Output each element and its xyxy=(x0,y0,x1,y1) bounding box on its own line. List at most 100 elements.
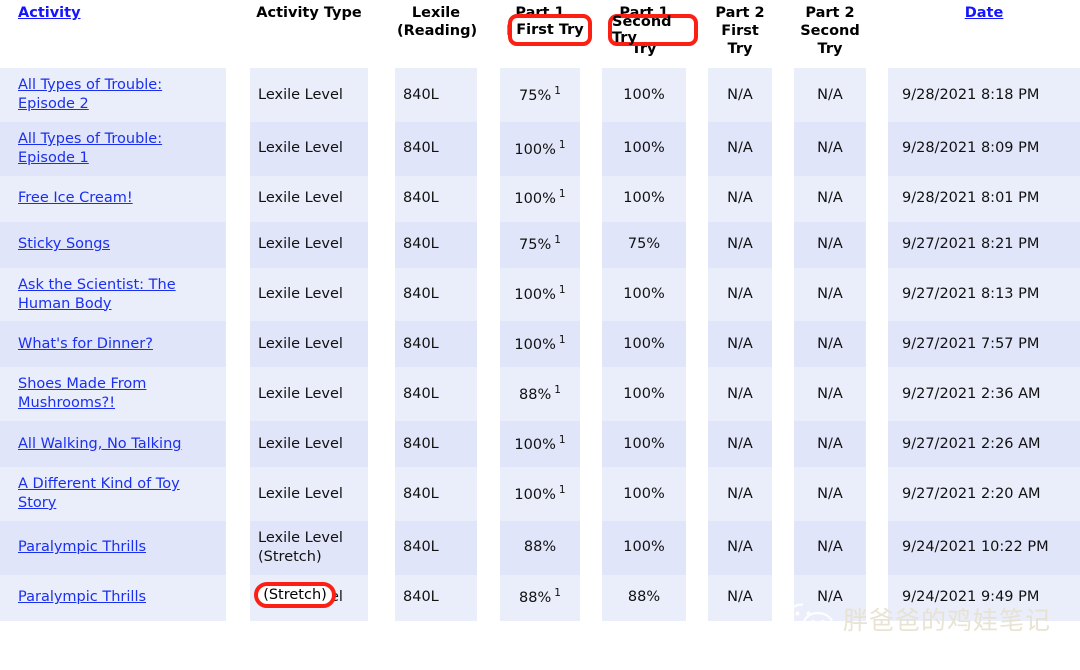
row-gap-3 xyxy=(477,421,500,468)
date-value: 9/28/2021 8:01 PM xyxy=(902,190,1040,207)
cell-part1-first-try: 75% 1 xyxy=(500,68,580,123)
row-gap-5 xyxy=(686,321,708,368)
header-gap-3 xyxy=(477,0,500,69)
cell-lexile: 840L xyxy=(395,175,477,222)
activity-link[interactable]: Shoes Made From Mushrooms?! xyxy=(18,376,146,411)
part2-first-try-value: N/A xyxy=(727,539,753,556)
row-left-edge xyxy=(0,221,8,268)
lexile-value: 840L xyxy=(403,435,439,452)
cell-date: 9/27/2021 8:13 PM xyxy=(888,267,1080,322)
row-gap-5 xyxy=(686,68,708,123)
activity-link[interactable]: Ask the Scientist: The Human Body xyxy=(18,277,176,312)
cell-lexile: 840L xyxy=(395,367,477,422)
activity-link[interactable]: All Walking, No Talking xyxy=(18,436,181,452)
cell-part1-second-try: 100% xyxy=(602,122,686,176)
table-body: All Types of Trouble: Episode 2 Lexile Le… xyxy=(0,68,1080,621)
activity-link[interactable]: All Types of Trouble: Episode 2 xyxy=(18,77,162,112)
part1-second-try-value: 100% xyxy=(623,86,665,103)
row-gap-2 xyxy=(368,221,395,268)
activity-type-label: Lexile Level xyxy=(258,190,343,207)
row-left-edge xyxy=(0,421,8,468)
cell-activity[interactable]: All Types of Trouble: Episode 2 xyxy=(8,68,226,123)
lexile-value: 840L xyxy=(403,336,439,353)
table-row: What's for Dinner? Lexile Level 840L 100% 1 1… xyxy=(0,321,1080,368)
cell-part2-first-try: N/A xyxy=(708,367,772,422)
activity-link[interactable]: Sticky Songs xyxy=(18,236,110,252)
activity-type-label: Lexile Level xyxy=(258,86,343,103)
column-header-part1-first-try: Part 1 First Try xyxy=(500,0,580,69)
activity-link[interactable]: A Different Kind of Toy Story xyxy=(18,476,180,511)
date-sort-link[interactable]: Date xyxy=(965,5,1004,21)
cell-date: 9/27/2021 2:20 AM xyxy=(888,467,1080,521)
part2-second-try-value: N/A xyxy=(817,140,843,157)
cell-lexile: 840L xyxy=(395,68,477,123)
part1-second-try-value: 88% xyxy=(627,589,661,606)
cell-lexile: 840L xyxy=(395,421,477,468)
row-gap-2 xyxy=(368,421,395,468)
cell-part1-first-try: 75% 1 xyxy=(500,221,580,268)
cell-part2-first-try: N/A xyxy=(708,520,772,575)
row-gap-4 xyxy=(580,367,602,422)
cell-part2-second-try: N/A xyxy=(794,68,866,123)
row-gap-2 xyxy=(368,467,395,521)
row-gap-2 xyxy=(368,321,395,368)
activity-report: Activity Activity Type Lexile (Reading) … xyxy=(0,0,1080,670)
row-gap-2 xyxy=(368,520,395,575)
cell-part1-second-try: 100% xyxy=(602,321,686,368)
cell-activity[interactable]: Ask the Scientist: The Human Body xyxy=(8,267,226,322)
row-gap-5 xyxy=(686,467,708,521)
activity-link[interactable]: All Types of Trouble: Episode 1 xyxy=(18,131,162,166)
row-left-edge xyxy=(0,367,8,422)
cell-activity[interactable]: Paralympic Thrills xyxy=(8,574,226,621)
cell-activity[interactable]: All Types of Trouble: Episode 1 xyxy=(8,122,226,176)
part1-second-try-value: 100% xyxy=(623,485,665,502)
activity-type-label: Lexile Level xyxy=(258,286,343,303)
cell-activity[interactable]: All Walking, No Talking xyxy=(8,421,226,468)
cell-activity[interactable]: A Different Kind of Toy Story xyxy=(8,467,226,521)
activity-link[interactable]: Paralympic Thrills xyxy=(18,539,146,555)
row-gap-7 xyxy=(866,520,888,575)
header-gap-4 xyxy=(580,0,602,69)
cell-lexile: 840L xyxy=(395,520,477,575)
column-header-part2-first-try: Part 2 First Try xyxy=(708,0,772,69)
cell-part2-first-try: N/A xyxy=(708,221,772,268)
part2-first-try-value: N/A xyxy=(727,385,753,402)
activity-link[interactable]: Free Ice Cream! xyxy=(18,190,133,206)
cell-activity[interactable]: What's for Dinner? xyxy=(8,321,226,368)
cell-part2-second-try: N/A xyxy=(794,267,866,322)
cell-activity-type: Lexile Level xyxy=(250,574,368,621)
column-header-activity[interactable]: Activity xyxy=(8,0,226,69)
cell-activity[interactable]: Sticky Songs xyxy=(8,221,226,268)
row-gap-4 xyxy=(580,467,602,521)
cell-part2-second-try: N/A xyxy=(794,321,866,368)
column-header-date[interactable]: Date xyxy=(888,0,1080,69)
cell-part2-second-try: N/A xyxy=(794,221,866,268)
date-value: 9/27/2021 8:21 PM xyxy=(902,236,1040,253)
cell-activity[interactable]: Paralympic Thrills xyxy=(8,520,226,575)
row-gap-7 xyxy=(866,574,888,621)
cell-part2-first-try: N/A xyxy=(708,68,772,123)
row-left-edge xyxy=(0,574,8,621)
part2-first-try-value: N/A xyxy=(727,86,753,103)
row-gap-7 xyxy=(866,367,888,422)
cell-activity[interactable]: Shoes Made From Mushrooms?! xyxy=(8,367,226,422)
cell-part2-second-try: N/A xyxy=(794,122,866,176)
header-gap-1 xyxy=(226,0,250,69)
activity-sort-link[interactable]: Activity xyxy=(18,5,81,21)
activity-type-label: Lexile Level xyxy=(258,385,343,402)
activity-link[interactable]: Paralympic Thrills xyxy=(18,589,146,605)
activity-link[interactable]: What's for Dinner? xyxy=(18,336,153,352)
part1-second-try-value: 100% xyxy=(623,435,665,452)
row-gap-3 xyxy=(477,267,500,322)
cell-part2-first-try: N/A xyxy=(708,421,772,468)
cell-activity[interactable]: Free Ice Cream! xyxy=(8,175,226,222)
row-gap-4 xyxy=(580,520,602,575)
cell-part2-first-try: N/A xyxy=(708,321,772,368)
cell-date: 9/27/2021 7:57 PM xyxy=(888,321,1080,368)
row-gap-6 xyxy=(772,267,794,322)
row-gap-4 xyxy=(580,221,602,268)
part2-second-try-value: N/A xyxy=(817,589,843,606)
date-value: 9/27/2021 8:13 PM xyxy=(902,286,1040,303)
row-gap-4 xyxy=(580,267,602,322)
table-row: All Types of Trouble: Episode 1 Lexile Le… xyxy=(0,122,1080,176)
